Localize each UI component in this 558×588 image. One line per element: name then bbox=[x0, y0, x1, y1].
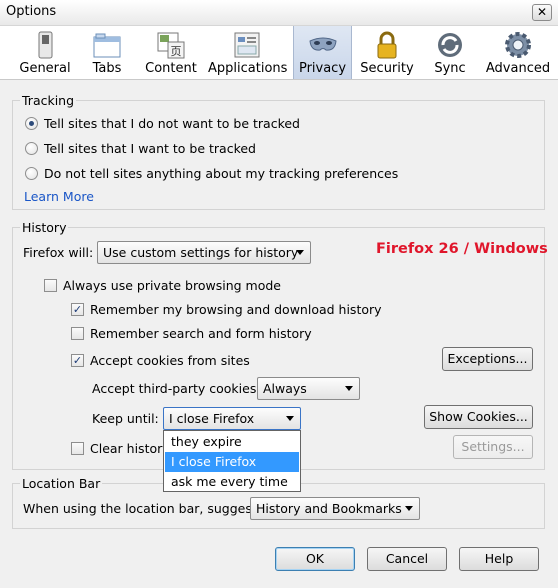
history-mode-select[interactable]: Use custom settings for history bbox=[97, 241, 311, 264]
ok-button[interactable]: OK bbox=[275, 547, 355, 571]
radio-do-not-track-label[interactable]: Tell sites that I do not want to be trac… bbox=[44, 116, 300, 131]
third-party-value: Always bbox=[263, 381, 307, 396]
chevron-down-icon bbox=[405, 506, 413, 511]
accept-cookies-checkbox[interactable]: ✓ bbox=[71, 354, 84, 367]
suggest-value: History and Bookmarks bbox=[256, 501, 402, 516]
close-button[interactable]: ✕ bbox=[532, 4, 552, 21]
tab-sync[interactable]: Sync bbox=[425, 26, 475, 79]
always-private-label[interactable]: Always use private browsing mode bbox=[63, 278, 281, 293]
svg-text:页: 页 bbox=[171, 45, 182, 58]
help-button[interactable]: Help bbox=[459, 547, 539, 571]
accept-cookies-label[interactable]: Accept cookies from sites bbox=[90, 353, 250, 368]
firefox-will-label: Firefox will: bbox=[23, 245, 94, 260]
tab-content-label: Content bbox=[145, 61, 197, 76]
tab-content[interactable]: 页 Content bbox=[140, 26, 202, 79]
tabs-window-icon bbox=[93, 33, 121, 58]
radio-want-tracked[interactable] bbox=[25, 142, 38, 155]
tab-privacy[interactable]: Privacy bbox=[293, 26, 352, 79]
tab-sync-label: Sync bbox=[434, 61, 466, 76]
settings-button[interactable]: Settings... bbox=[453, 435, 533, 459]
always-private-checkbox[interactable] bbox=[44, 279, 57, 292]
chevron-down-icon bbox=[286, 416, 294, 421]
chevron-down-icon bbox=[296, 250, 304, 255]
clear-history-checkbox[interactable] bbox=[71, 442, 84, 455]
radio-do-not-track[interactable] bbox=[25, 117, 38, 130]
suggest-select[interactable]: History and Bookmarks bbox=[250, 497, 420, 520]
clear-history-label[interactable]: Clear history bbox=[90, 441, 170, 456]
tab-advanced[interactable]: Advanced bbox=[484, 26, 552, 79]
keep-until-select[interactable]: I close Firefox bbox=[163, 407, 301, 430]
tab-privacy-label: Privacy bbox=[298, 61, 347, 76]
dropdown-option-they-expire[interactable]: they expire bbox=[165, 432, 299, 452]
third-party-select[interactable]: Always bbox=[257, 377, 360, 400]
tab-advanced-label: Advanced bbox=[485, 61, 551, 76]
remember-browsing-checkbox[interactable]: ✓ bbox=[71, 303, 84, 316]
keep-until-dropdown: they expire I close Firefox ask me every… bbox=[163, 430, 301, 492]
window-title: Options bbox=[6, 4, 57, 19]
title-bar: Options ✕ bbox=[0, 0, 558, 26]
remember-browsing-label[interactable]: Remember my browsing and download histor… bbox=[90, 302, 382, 317]
applications-icon bbox=[234, 32, 260, 58]
tab-applications-label: Applications bbox=[208, 61, 288, 76]
content-page-icon: 页 bbox=[157, 32, 185, 59]
learn-more-link[interactable]: Learn More bbox=[24, 189, 94, 204]
preferences-toolbar: General Tabs 页 Content Applications Priv… bbox=[0, 26, 558, 80]
remember-search-label[interactable]: Remember search and form history bbox=[90, 326, 312, 341]
dropdown-option-ask-every-time[interactable]: ask me every time bbox=[165, 472, 299, 492]
suggest-label: When using the location bar, suggest: bbox=[23, 501, 261, 516]
tab-tabs-label: Tabs bbox=[92, 61, 122, 76]
keep-until-label: Keep until: bbox=[92, 411, 159, 426]
tab-general-label: General bbox=[19, 61, 71, 76]
dropdown-option-close-firefox[interactable]: I close Firefox bbox=[165, 452, 299, 472]
tab-general[interactable]: General bbox=[16, 26, 74, 79]
radio-no-preference[interactable] bbox=[25, 167, 38, 180]
location-bar-title: Location Bar bbox=[20, 476, 103, 491]
exceptions-button[interactable]: Exceptions... bbox=[442, 347, 533, 371]
radio-want-tracked-label[interactable]: Tell sites that I want to be tracked bbox=[44, 141, 256, 156]
tab-security[interactable]: Security bbox=[358, 26, 416, 79]
keep-until-value: I close Firefox bbox=[169, 411, 255, 426]
history-title: History bbox=[20, 220, 69, 235]
advanced-gear-icon bbox=[505, 32, 531, 58]
general-switch-icon bbox=[38, 31, 53, 59]
security-lock-icon bbox=[377, 31, 397, 59]
chevron-down-icon bbox=[345, 386, 353, 391]
tab-tabs[interactable]: Tabs bbox=[82, 26, 132, 79]
history-mode-value: Use custom settings for history bbox=[103, 245, 299, 260]
third-party-label: Accept third-party cookies: bbox=[92, 381, 261, 396]
tracking-title: Tracking bbox=[20, 93, 77, 108]
remember-search-checkbox[interactable] bbox=[71, 327, 84, 340]
version-annotation: Firefox 26 / Windows bbox=[376, 241, 548, 257]
privacy-mask-icon bbox=[308, 37, 337, 51]
show-cookies-button[interactable]: Show Cookies... bbox=[424, 405, 533, 429]
radio-no-preference-label[interactable]: Do not tell sites anything about my trac… bbox=[44, 166, 398, 181]
cancel-button[interactable]: Cancel bbox=[367, 547, 447, 571]
tab-security-label: Security bbox=[360, 61, 414, 76]
tab-applications[interactable]: Applications bbox=[208, 26, 288, 79]
sync-arrows-icon bbox=[438, 33, 462, 57]
